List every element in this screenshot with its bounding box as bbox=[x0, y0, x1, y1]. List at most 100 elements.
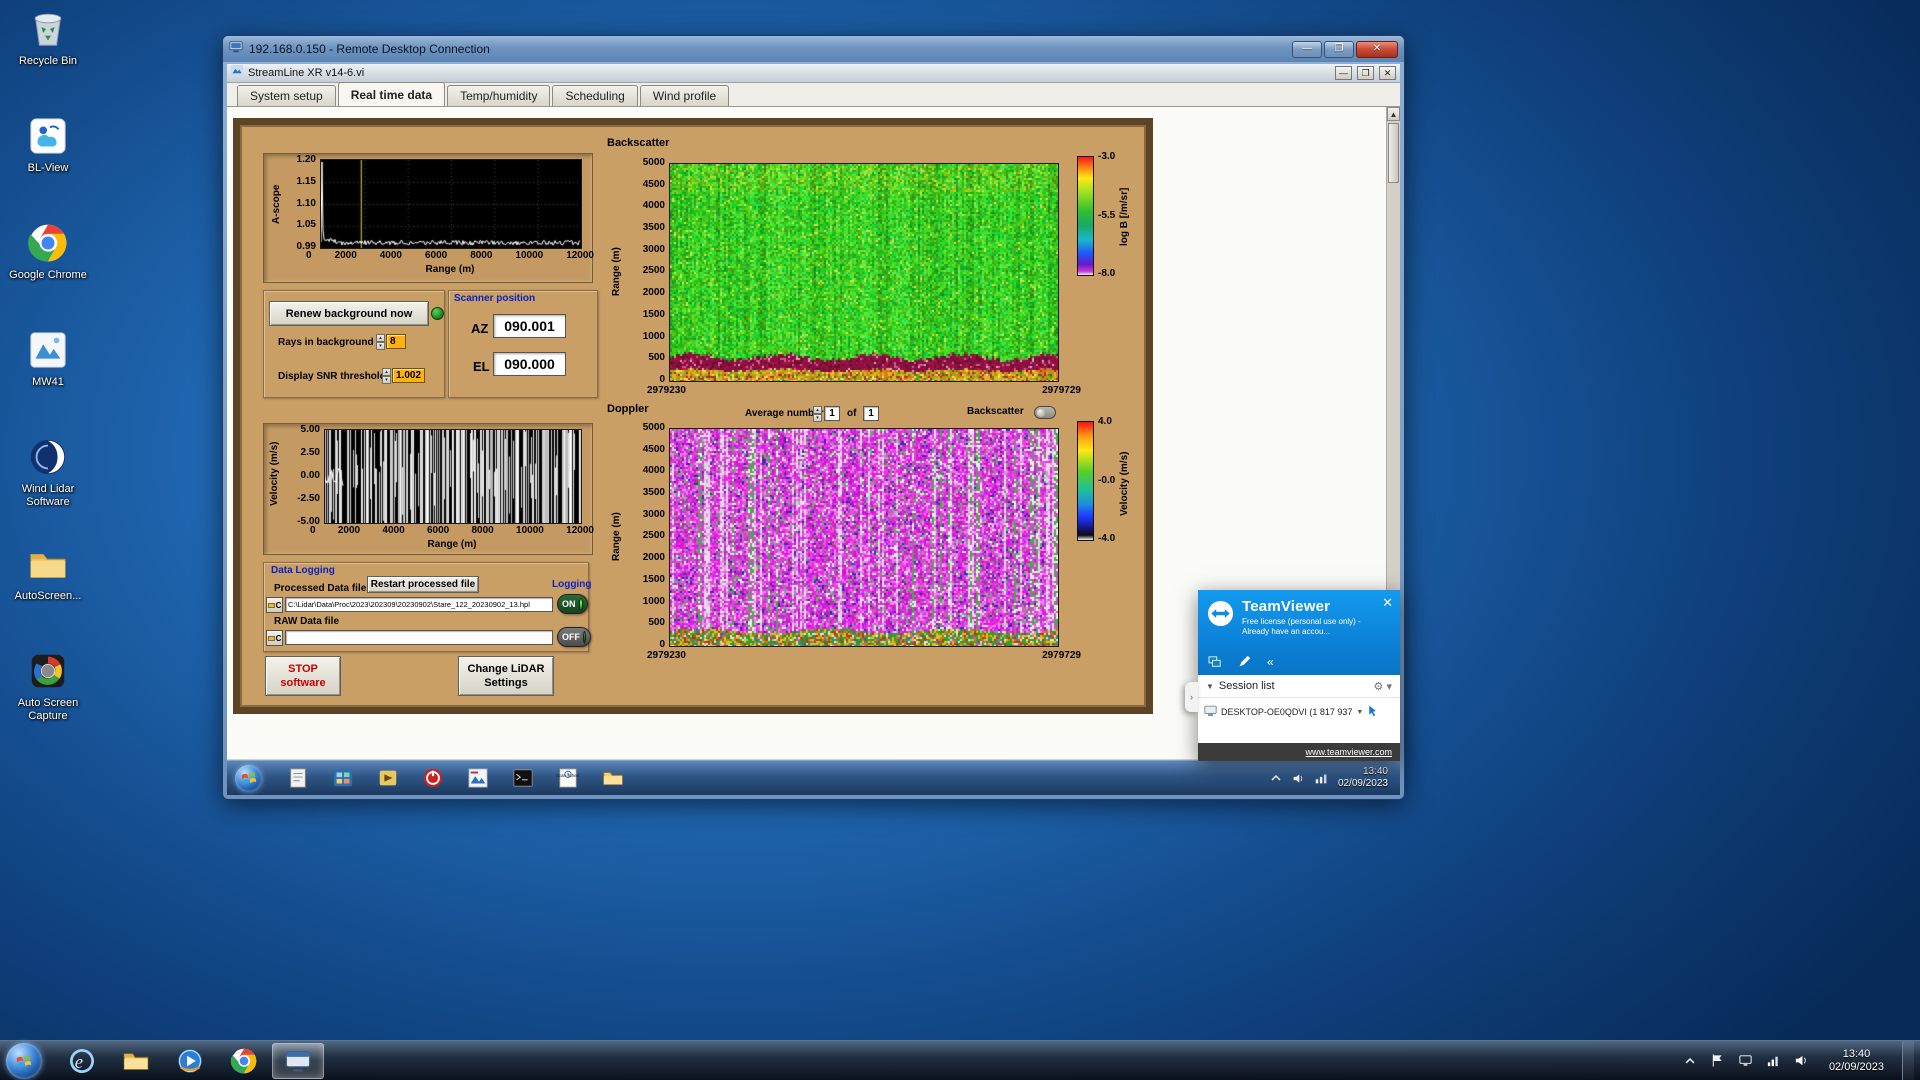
az-value[interactable]: 090.001 bbox=[493, 314, 566, 338]
rdp-restore-button[interactable]: ❐ bbox=[1324, 40, 1354, 58]
scrollbar-up-arrow[interactable]: ▲ bbox=[1387, 107, 1400, 121]
el-value[interactable]: 090.000 bbox=[493, 352, 566, 376]
taskbar-button-windows-explorer[interactable] bbox=[110, 1043, 162, 1079]
remote-network-icon[interactable] bbox=[1315, 771, 1329, 785]
tick-label: 4000 bbox=[382, 525, 405, 536]
velocity-ytick-labels: 5.00 2.50 0.00 -2.50 -5.00 bbox=[286, 424, 320, 527]
restart-processed-file-button[interactable]: Restart processed file bbox=[367, 576, 479, 593]
tick-label: 4000 bbox=[642, 200, 665, 212]
tab-wind-profile[interactable]: Wind profile bbox=[639, 85, 730, 106]
average-total-value[interactable]: 1 bbox=[863, 406, 879, 421]
tick-label: 1.10 bbox=[296, 197, 316, 209]
tick-label: 6000 bbox=[424, 250, 448, 261]
tick-label: -4.0 bbox=[1098, 533, 1116, 544]
tab-system-setup[interactable]: System setup bbox=[237, 85, 336, 106]
rays-spinner[interactable]: ▴ ▾ bbox=[376, 334, 385, 350]
snr-spinner[interactable]: ▴ ▾ bbox=[382, 368, 391, 384]
remote-hidden-icons-button[interactable] bbox=[1269, 771, 1283, 785]
tab-real-time-data[interactable]: Real time data bbox=[337, 82, 446, 106]
taskbar-button-internet-explorer[interactable]: e bbox=[56, 1043, 108, 1079]
gear-icon[interactable]: ⚙ ▾ bbox=[1374, 680, 1392, 693]
remote-app-grid-app-icon[interactable] bbox=[329, 765, 356, 792]
desktop-icon-google-chrome[interactable]: Google Chrome bbox=[4, 220, 92, 327]
doppler-title: Doppler bbox=[607, 403, 649, 415]
start-button[interactable] bbox=[6, 1042, 42, 1079]
processed-logging-toggle[interactable]: ON bbox=[557, 594, 588, 614]
hidden-icons-caret[interactable] bbox=[1681, 1052, 1699, 1070]
rdp-close-button[interactable]: ✕ bbox=[1356, 40, 1398, 58]
desktop-icon-label: AutoScreen... bbox=[14, 590, 82, 602]
pen-tool-icon[interactable] bbox=[1238, 655, 1251, 668]
ascope-ylabel: A-scope bbox=[271, 184, 282, 224]
teamviewer-close-icon[interactable]: ✕ bbox=[1382, 596, 1393, 609]
rays-in-background-label: Rays in background bbox=[278, 337, 374, 348]
desktop-icon-recycle-bin[interactable]: Recycle Bin bbox=[4, 6, 92, 113]
app-close-button[interactable]: ✕ bbox=[1379, 66, 1396, 80]
show-desktop-button[interactable] bbox=[1902, 1040, 1914, 1080]
raw-path-browse-button[interactable]: C bbox=[266, 630, 283, 646]
tick-label: 3000 bbox=[642, 508, 665, 520]
taskbar-button-chrome[interactable] bbox=[218, 1043, 270, 1079]
backscatter-xtick-labels: 2979230 2979729 bbox=[647, 385, 1081, 396]
device-dropdown-icon[interactable]: ▼ bbox=[1356, 709, 1363, 716]
computers-list-icon[interactable] bbox=[1208, 655, 1222, 668]
tab-scheduling[interactable]: Scheduling bbox=[552, 85, 638, 106]
network-tray-icon[interactable] bbox=[1765, 1052, 1783, 1070]
change-lidar-settings-button[interactable]: Change LiDAR Settings bbox=[458, 656, 554, 696]
processed-path-browse-button[interactable]: C bbox=[266, 597, 283, 613]
desktop-icon-auto-screen-capture[interactable]: Auto Screen Capture bbox=[4, 648, 92, 755]
taskbar-button-media-player[interactable] bbox=[164, 1043, 216, 1079]
rdp-titlebar[interactable]: 192.168.0.150 - Remote Desktop Connectio… bbox=[223, 36, 1404, 62]
volume-tray-icon[interactable] bbox=[1793, 1052, 1811, 1070]
teamviewer-panel: › TeamViewer Free license (personal use … bbox=[1185, 590, 1400, 761]
action-center-flag-icon[interactable] bbox=[1709, 1052, 1727, 1070]
tick-label: 5.00 bbox=[300, 424, 320, 435]
scrollbar-thumb[interactable] bbox=[1388, 123, 1399, 183]
backscatter-toggle-label: Backscatter bbox=[967, 406, 1024, 417]
rdp-minimize-button[interactable]: — bbox=[1292, 40, 1322, 58]
taskbar-button-remote-desktop[interactable] bbox=[272, 1042, 324, 1079]
renew-background-button[interactable]: Renew background now bbox=[269, 301, 429, 326]
taskbar-clock[interactable]: 13:40 02/09/2023 bbox=[1829, 1048, 1884, 1074]
tick-label: 3500 bbox=[642, 487, 665, 499]
desktop-icon-bl-view[interactable]: BL-View bbox=[4, 113, 92, 220]
app-restore-button[interactable]: ❐ bbox=[1357, 66, 1374, 80]
remote-clock[interactable]: 13:40 02/09/2023 bbox=[1338, 766, 1392, 790]
teamviewer-collapse-tab[interactable]: › bbox=[1185, 682, 1198, 712]
stop-software-button[interactable]: STOP software bbox=[265, 656, 341, 696]
app-titlebar[interactable]: StreamLine XR v14-6.vi — ❐ ✕ bbox=[227, 64, 1400, 83]
remote-app-console-app-icon[interactable] bbox=[509, 765, 536, 792]
average-number-value[interactable]: 1 bbox=[824, 406, 840, 421]
processed-path-field[interactable]: C:\Lidar\Data\Proc\2023\202309\20230902\… bbox=[285, 597, 553, 612]
desktop-icon-mw41[interactable]: MW41 bbox=[4, 327, 92, 434]
device-row[interactable]: DESKTOP-OE0QDVI (1 817 937 ▼ bbox=[1198, 698, 1400, 726]
app-minimize-button[interactable]: — bbox=[1335, 66, 1352, 80]
remote-taskbar: Scan sched 13:40 02/09/2023 bbox=[227, 760, 1400, 795]
tick-label: 500 bbox=[648, 617, 665, 629]
rays-value[interactable]: 8 bbox=[386, 334, 406, 349]
remote-start-button[interactable] bbox=[235, 764, 262, 792]
average-number-spinner[interactable]: ▴ ▾ bbox=[813, 406, 822, 422]
backscatter-toggle[interactable] bbox=[1034, 406, 1056, 419]
remote-volume-icon[interactable] bbox=[1292, 771, 1306, 785]
drive-letter: C bbox=[275, 600, 282, 610]
remote-app-scan-sched-app-icon[interactable]: Scan sched bbox=[554, 765, 581, 792]
remote-app-notes-app-icon[interactable] bbox=[284, 765, 311, 792]
remote-app-power-app-icon[interactable] bbox=[419, 765, 446, 792]
raw-logging-toggle[interactable]: OFF bbox=[557, 627, 591, 647]
tab-temp-humidity[interactable]: Temp/humidity bbox=[447, 85, 551, 106]
remote-app-files-app-icon[interactable] bbox=[599, 765, 626, 792]
connect-cursor-icon[interactable] bbox=[1367, 705, 1379, 719]
snr-value[interactable]: 1.002 bbox=[392, 368, 425, 383]
el-label: EL bbox=[473, 359, 490, 374]
raw-path-field[interactable] bbox=[285, 630, 553, 645]
remote-app-media-app-icon[interactable] bbox=[374, 765, 401, 792]
tick-label: 1500 bbox=[642, 308, 665, 320]
desktop-icon-wind-lidar[interactable]: Wind Lidar Software bbox=[4, 434, 92, 541]
teamviewer-link[interactable]: www.teamviewer.com bbox=[1305, 747, 1392, 757]
remote-app-xr-chart-app-icon[interactable] bbox=[464, 765, 491, 792]
device-tray-icon[interactable] bbox=[1737, 1052, 1755, 1070]
session-list-row[interactable]: ▼ Session list ⚙ ▾ bbox=[1198, 675, 1400, 698]
desktop-icon-autoscreen-folder[interactable]: AutoScreen... bbox=[4, 541, 92, 648]
collapse-chevrons-icon[interactable]: « bbox=[1267, 655, 1274, 669]
